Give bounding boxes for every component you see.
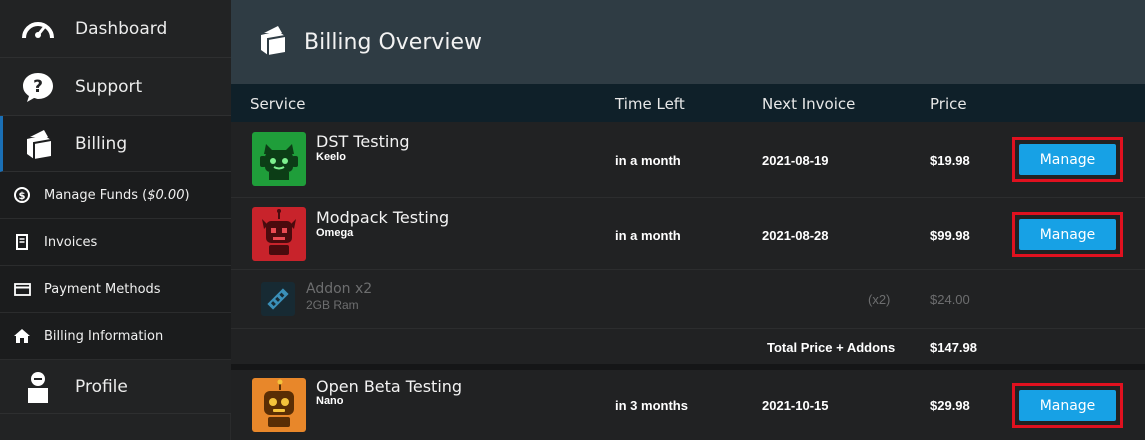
manage-button[interactable]: Manage	[1019, 390, 1116, 421]
manage-button[interactable]: Manage	[1019, 144, 1116, 175]
page-title: Billing Overview	[304, 29, 483, 55]
sidebar-item-label: Support	[75, 76, 143, 97]
service-node: Nano	[316, 395, 344, 407]
svg-text:?: ?	[33, 77, 43, 97]
credit-card-icon	[0, 282, 44, 296]
table-header: Service Time Left Next Invoice Price	[231, 84, 1145, 122]
service-thumbnail	[252, 207, 306, 261]
sidebar-item-label: Dashboard	[75, 18, 168, 39]
service-thumbnail	[252, 132, 306, 186]
addon-price: $24.00	[930, 292, 970, 307]
sidebar-item-billing-information[interactable]: Billing Information	[0, 313, 231, 360]
svg-text:$: $	[19, 191, 26, 202]
next-invoice: 2021-08-19	[762, 153, 829, 168]
sidebar-item-label: Billing Information	[44, 328, 164, 344]
user-icon	[0, 370, 75, 404]
service-name: DST Testing	[316, 132, 410, 151]
wallet-icon	[258, 24, 292, 61]
next-invoice: 2021-08-28	[762, 228, 829, 243]
manage-button-highlight: Manage	[1012, 137, 1123, 182]
manage-button-highlight: Manage	[1012, 383, 1123, 428]
manage-button[interactable]: Manage	[1019, 219, 1116, 250]
funds-balance: $0.00	[147, 187, 185, 203]
addon-name: Addon x2	[306, 281, 373, 297]
column-header-time-left: Time Left	[615, 95, 685, 113]
sidebar-item-label: Payment Methods	[44, 281, 161, 297]
sidebar: Dashboard ? Support Billing $ Manage Fun…	[0, 0, 231, 440]
time-left: in 3 months	[615, 398, 688, 413]
column-header-service: Service	[250, 95, 306, 113]
manage-funds-label-close: )	[184, 187, 190, 203]
addon-detail: 2GB Ram	[306, 298, 359, 312]
service-node: Omega	[316, 227, 354, 239]
sidebar-item-profile[interactable]: Profile	[0, 360, 231, 414]
service-thumbnail	[252, 378, 306, 432]
table-row: Modpack Testing Omega in a month 2021-08…	[231, 198, 1145, 270]
question-bubble-icon: ?	[0, 71, 75, 103]
time-left: in a month	[615, 153, 681, 168]
total-price: $147.98	[930, 340, 977, 355]
sidebar-item-invoices[interactable]: Invoices	[0, 219, 231, 266]
speedometer-icon	[0, 14, 75, 44]
sidebar-item-dashboard[interactable]: Dashboard	[0, 0, 231, 58]
sidebar-item-label: Manage Funds ($0.00)	[44, 188, 190, 203]
sidebar-item-manage-funds[interactable]: $ Manage Funds ($0.00)	[0, 172, 231, 219]
service-name: Open Beta Testing	[316, 377, 463, 396]
sidebar-item-payment-methods[interactable]: Payment Methods	[0, 266, 231, 313]
price: $29.98	[930, 398, 970, 413]
manage-button-highlight: Manage	[1012, 212, 1123, 257]
sidebar-item-support[interactable]: ? Support	[0, 58, 231, 116]
table-row: Open Beta Testing Nano in 3 months 2021-…	[231, 370, 1145, 440]
addon-row: Addon x2 2GB Ram (x2) $24.00	[231, 270, 1145, 329]
service-name: Modpack Testing	[316, 208, 450, 227]
sidebar-item-billing[interactable]: Billing	[0, 116, 231, 172]
table-row: DST Testing Keelo in a month 2021-08-19 …	[231, 122, 1145, 198]
sidebar-item-label: Invoices	[44, 234, 98, 250]
wallet-icon	[3, 128, 75, 160]
home-icon	[0, 328, 44, 344]
service-node: Keelo	[316, 151, 346, 163]
price: $19.98	[930, 153, 970, 168]
column-header-price: Price	[930, 95, 967, 113]
total-label: Total Price + Addons	[767, 340, 896, 355]
sidebar-item-label: Billing	[75, 133, 128, 154]
page-header: Billing Overview	[231, 0, 1145, 84]
column-header-next-invoice: Next Invoice	[762, 95, 856, 113]
total-row: Total Price + Addons $147.98	[231, 329, 1145, 364]
time-left: in a month	[615, 228, 681, 243]
manage-funds-label: Manage Funds (	[44, 187, 148, 203]
next-invoice: 2021-10-15	[762, 398, 829, 413]
ram-icon	[261, 282, 295, 316]
sidebar-item-label: Profile	[75, 376, 128, 397]
addon-quantity: (x2)	[868, 292, 891, 307]
dollar-coin-icon: $	[0, 187, 44, 203]
receipt-icon	[0, 234, 44, 250]
price: $99.98	[930, 228, 970, 243]
